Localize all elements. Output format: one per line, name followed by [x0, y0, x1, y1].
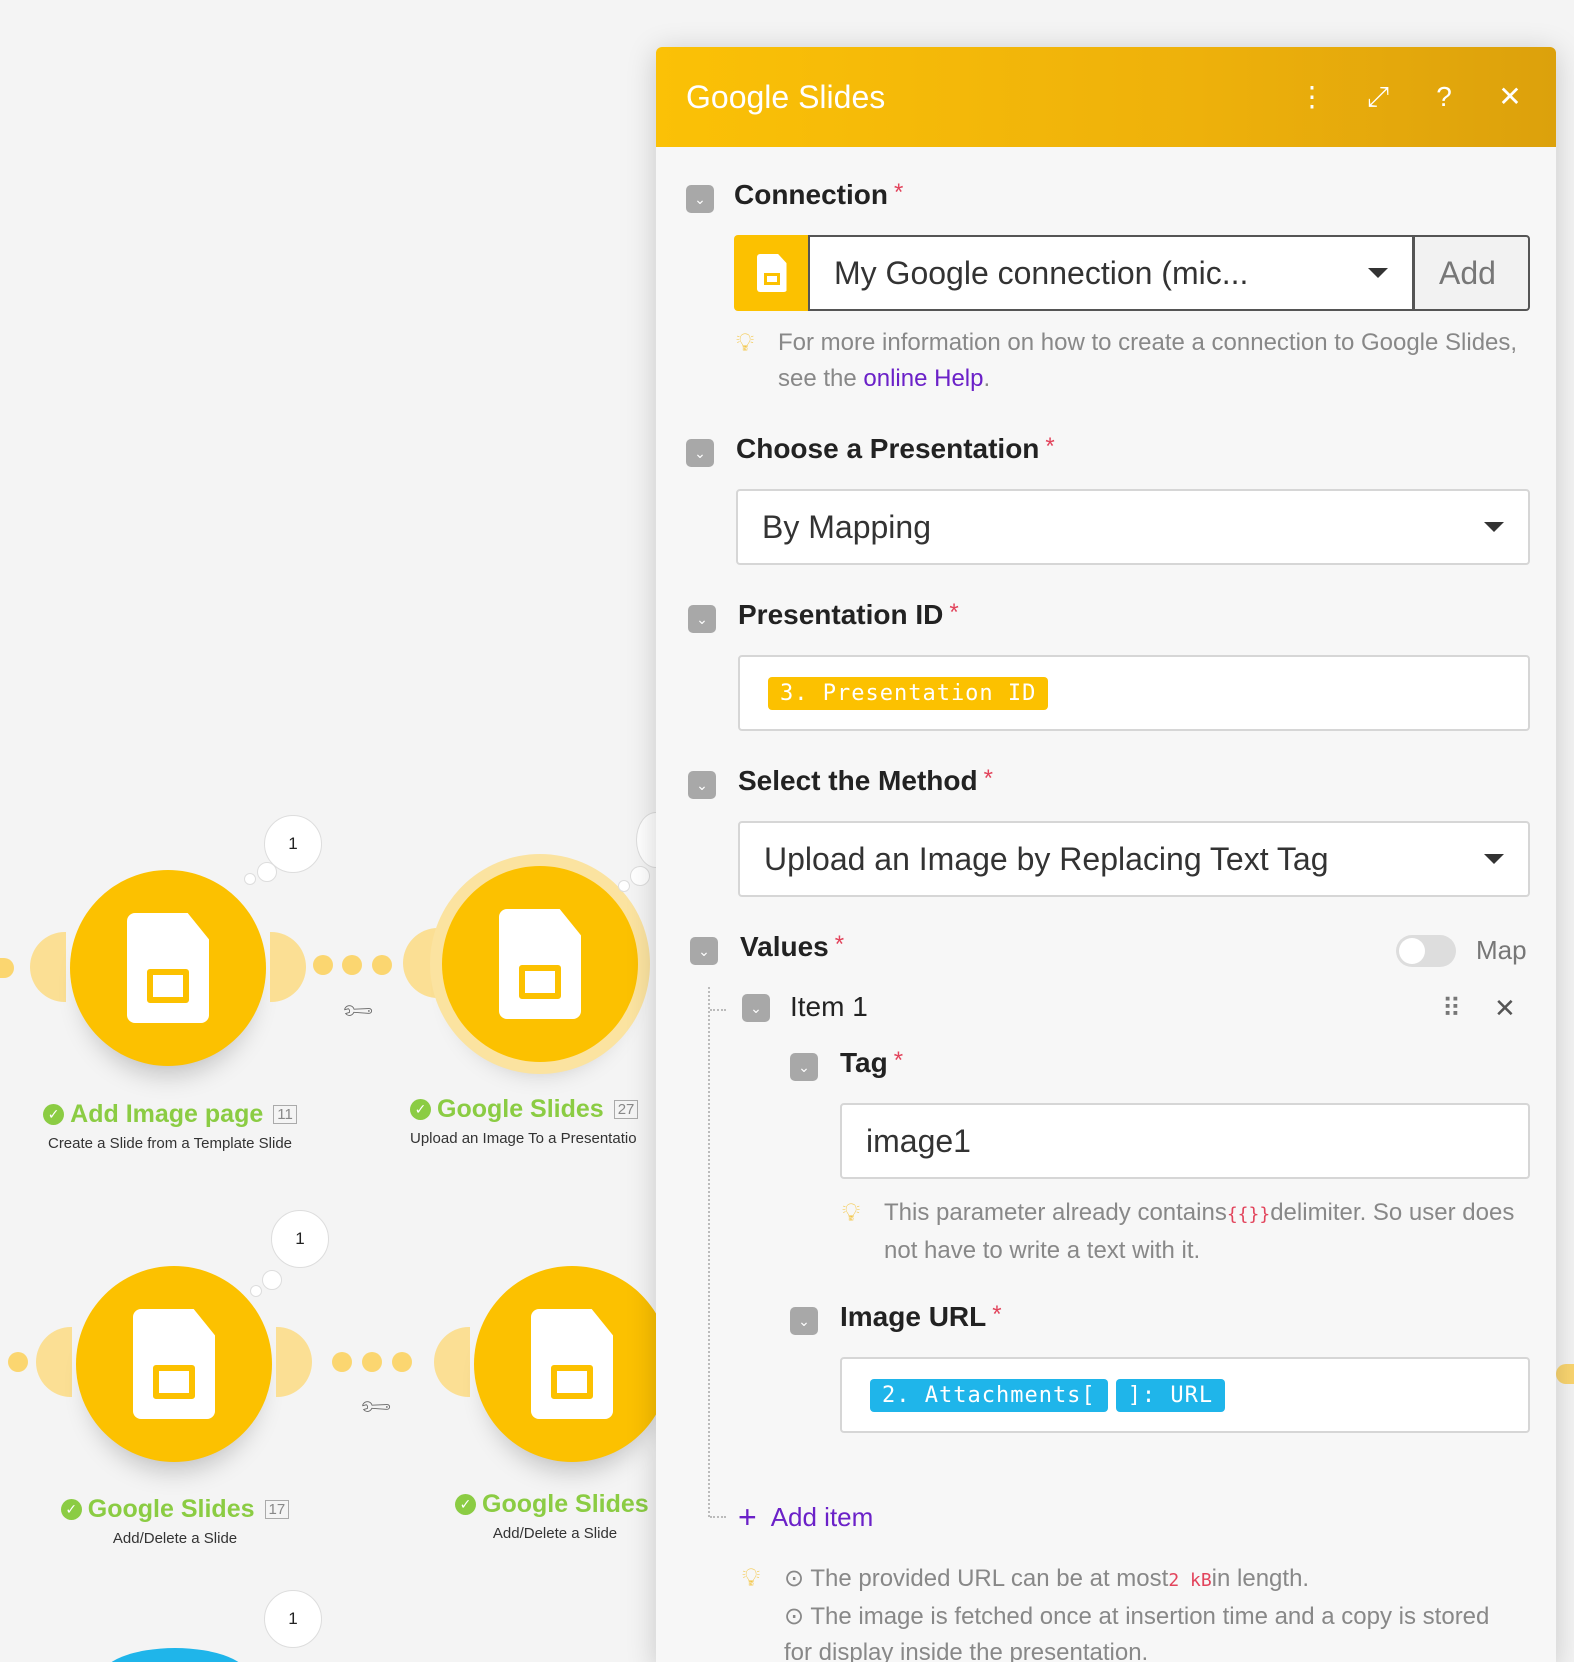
tag-input[interactable]: image1	[840, 1103, 1530, 1179]
mapped-token[interactable]: ]: URL	[1115, 1378, 1226, 1412]
map-toggle-label: Map	[1476, 935, 1527, 965]
operations-bubble[interactable]: 1	[271, 1210, 329, 1268]
chevron-down-icon	[1484, 522, 1504, 532]
mapped-token[interactable]: 3. Presentation ID	[768, 676, 1049, 710]
wrench-icon[interactable]: 🔧︎	[357, 1388, 395, 1426]
collapse-toggle-item[interactable]: ⌄	[742, 994, 770, 1022]
connection-select[interactable]: My Google connection (mic...	[808, 235, 1414, 311]
image-url-label: Image URL *	[840, 1301, 1002, 1332]
item-label: Item 1	[790, 991, 868, 1022]
add-item-button[interactable]: + Add item	[738, 1499, 873, 1536]
tag-label: Tag *	[840, 1047, 904, 1078]
collapse-toggle-method[interactable]: ⌄	[688, 771, 716, 799]
add-connection-button[interactable]: Add	[1413, 235, 1530, 311]
mapped-token[interactable]: 2. Attachments[	[870, 1378, 1108, 1412]
online-help-link[interactable]: online Help	[863, 365, 983, 392]
collapse-toggle-values[interactable]: ⌄	[690, 937, 718, 965]
lightbulb-icon: 💡︎	[842, 1197, 861, 1227]
module-google-slides-add-delete-2[interactable]	[474, 1266, 670, 1462]
panel-header: Google Slides ⋮ ⤢ ? ✕	[656, 47, 1556, 147]
module-label: ✓ Add Image page 11 Create a Slide from a …	[30, 1100, 310, 1152]
module-google-slides-upload[interactable]	[442, 866, 638, 1062]
module-handle-left[interactable]	[36, 1327, 72, 1397]
method-select[interactable]: Upload an Image by Replacing Text Tag	[738, 821, 1530, 897]
wrench-icon[interactable]: 🔧︎	[339, 992, 377, 1030]
collapse-toggle-presentation[interactable]: ⌄	[686, 439, 714, 467]
operations-bubble[interactable]: 1	[264, 1590, 322, 1648]
method-label: Select the Method *	[738, 765, 993, 796]
lightbulb-icon: 💡︎	[736, 327, 755, 357]
chevron-down-icon	[1484, 854, 1504, 864]
collapse-toggle-image-url[interactable]: ⌄	[790, 1307, 818, 1335]
operations-bubble[interactable]: 1	[264, 815, 322, 873]
google-slides-icon	[133, 1309, 215, 1419]
remove-item-icon[interactable]: ✕	[1494, 993, 1516, 1024]
values-label: Values *	[740, 931, 845, 962]
image-url-field[interactable]: 2. Attachments[ ]: URL	[840, 1357, 1530, 1433]
module-label: ✓ Google Slides Add/Delete a Slide	[455, 1490, 655, 1542]
connector-dot	[0, 958, 14, 978]
module-label: ✓ Google Slides 17 Add/Delete a Slide	[40, 1495, 310, 1547]
check-icon: ✓	[60, 1499, 82, 1520]
google-slides-app-icon	[734, 235, 809, 311]
collapse-toggle-connection[interactable]: ⌄	[686, 185, 714, 213]
collapse-toggle-tag[interactable]: ⌄	[790, 1053, 818, 1081]
google-slides-icon	[499, 909, 581, 1019]
drag-handle-icon[interactable]: ⠿	[1442, 993, 1461, 1024]
check-icon: ✓	[43, 1104, 65, 1125]
module-add-image-page[interactable]	[70, 870, 266, 1066]
tag-hint: This parameter already contains{{}}delim…	[884, 1199, 1515, 1264]
connection-hint: For more information on how to create a …	[778, 329, 1518, 392]
module-handle-left[interactable]	[403, 928, 439, 998]
presentation-label: Choose a Presentation *	[736, 433, 1055, 464]
module-handle-left[interactable]	[30, 932, 66, 1002]
panel-title: Google Slides	[686, 78, 886, 115]
module-google-slides-add-delete[interactable]	[76, 1266, 272, 1462]
map-toggle[interactable]	[1396, 935, 1456, 967]
chevron-down-icon	[1368, 268, 1388, 278]
connection-label: Connection *	[734, 179, 904, 210]
module-handle-left[interactable]	[434, 1327, 470, 1397]
expand-icon[interactable]: ⤢	[1362, 83, 1394, 111]
module-handle-right[interactable]	[270, 932, 306, 1002]
check-icon: ✓	[455, 1494, 476, 1515]
google-slides-icon	[531, 1309, 613, 1419]
google-slides-icon	[127, 913, 209, 1023]
plus-icon: +	[738, 1499, 757, 1535]
close-icon[interactable]: ✕	[1494, 83, 1526, 111]
presentation-id-label: Presentation ID *	[738, 599, 959, 630]
module-handle-right[interactable]	[276, 1327, 312, 1397]
lightbulb-icon: 💡︎	[742, 1562, 761, 1592]
module-settings-panel: Google Slides ⋮ ⤢ ? ✕ ⌄ Connection * My G…	[656, 47, 1556, 1662]
collapse-toggle-presentation-id[interactable]: ⌄	[688, 605, 716, 633]
values-hint: ⊙ The provided URL can be at most2 kBin …	[784, 1565, 1490, 1662]
presentation-id-field[interactable]: 3. Presentation ID	[738, 655, 1530, 731]
presentation-select[interactable]: By Mapping	[736, 489, 1530, 565]
module-partial[interactable]	[100, 1648, 250, 1662]
module-label: ✓ Google Slides 27 Upload an Image To a Pr…	[410, 1095, 639, 1147]
more-icon[interactable]: ⋮	[1296, 83, 1328, 111]
help-icon[interactable]: ?	[1428, 83, 1460, 111]
check-icon: ✓	[410, 1099, 431, 1120]
